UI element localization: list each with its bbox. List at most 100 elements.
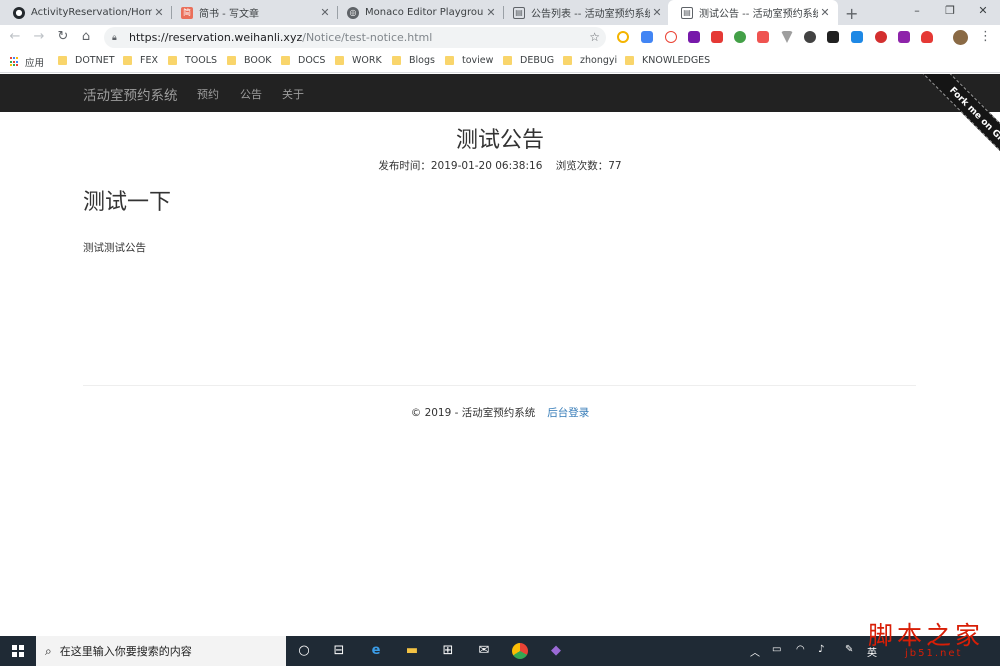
windows-taskbar: ⌕ 在这里输入你要搜索的内容 ○ ⊟ e ▬ ⊞ ✉ ◆ ︿ ▭ ◠ ♪ ✎ 英	[0, 636, 1000, 666]
restore-icon[interactable]: ❐	[933, 0, 967, 25]
folder-icon	[335, 56, 344, 65]
cortana-icon[interactable]: ○	[296, 643, 312, 659]
bookmark-label: zhongyi	[580, 55, 618, 66]
file-explorer-icon[interactable]: ▬	[404, 643, 420, 659]
bookmark-label: BOOK	[244, 55, 272, 66]
bookmark-star-icon[interactable]: ☆	[589, 30, 600, 44]
folder-icon	[168, 56, 177, 65]
tablet-icon[interactable]: ▭	[772, 644, 781, 655]
folder-icon	[281, 56, 290, 65]
browser-tab[interactable]: ● ActivityReservation/HomeCo ✕	[0, 0, 172, 25]
folder-icon	[503, 56, 512, 65]
bookmark-label: DOTNET	[75, 55, 115, 66]
extension-icon[interactable]	[757, 31, 769, 43]
browser-tab[interactable]: 简 简书 - 写文章 ✕	[168, 0, 338, 25]
browser-tab-active[interactable]: ▤ 测试公告 -- 活动室预约系统 ✕	[668, 0, 838, 25]
browser-tab[interactable]: ▤ 公告列表 -- 活动室预约系统 ✕	[500, 0, 670, 25]
bookmark-label: DEBUG	[520, 55, 555, 66]
avatar[interactable]	[953, 30, 968, 45]
bookmark-folder[interactable]: Blogs	[392, 55, 435, 66]
task-view-icon[interactable]: ⊟	[331, 643, 347, 659]
forward-arrow-icon[interactable]: →	[30, 28, 48, 46]
bookmark-folder[interactable]: DEBUG	[503, 55, 554, 66]
close-icon[interactable]: ✕	[318, 6, 332, 19]
admin-login-link[interactable]: 后台登录	[547, 407, 589, 419]
notice-heading: 测试一下	[83, 190, 172, 215]
onenote-extension-icon[interactable]	[688, 31, 700, 43]
view-count: 浏览次数：77	[555, 160, 622, 172]
bookmark-apps[interactable]: 应用	[10, 55, 44, 69]
pen-icon[interactable]: ✎	[845, 644, 853, 655]
watermark-logo: 脚本之家	[868, 621, 985, 650]
folder-icon	[227, 56, 236, 65]
page-icon: ▤	[513, 6, 525, 19]
close-icon[interactable]: ✕	[152, 6, 166, 19]
vue-devtools-icon[interactable]	[781, 31, 793, 43]
folder-icon	[563, 56, 572, 65]
taskbar-search-input[interactable]: ⌕ 在这里输入你要搜索的内容	[36, 636, 286, 666]
nav-link-reserve[interactable]: 预约	[197, 86, 219, 102]
address-bar[interactable]: 🔒︎ https://reservation.weihanli.xyz/Noti…	[104, 27, 606, 48]
close-icon[interactable]: ✕	[650, 6, 664, 19]
chrome-icon[interactable]	[512, 643, 528, 659]
close-icon[interactable]: ✕	[818, 6, 832, 19]
bookmarks-bar: 应用 DOTNET FEX TOOLS BOOK DOCS WORK Blogs…	[0, 50, 1000, 73]
volume-icon[interactable]: ♪	[818, 644, 824, 655]
extension-icon[interactable]	[665, 31, 677, 43]
folder-icon	[392, 56, 401, 65]
windows-start-icon[interactable]	[12, 645, 24, 657]
extension-icon[interactable]	[617, 31, 629, 43]
bookmark-label: TOOLS	[185, 55, 218, 66]
extension-icon[interactable]	[875, 31, 887, 43]
watermark-url: jb51.net	[905, 648, 963, 659]
reload-icon[interactable]: ↻	[54, 28, 72, 46]
tab-label: ActivityReservation/HomeCo	[31, 7, 152, 18]
bookmark-folder[interactable]: DOTNET	[58, 55, 115, 66]
folder-icon	[123, 56, 132, 65]
new-tab-icon[interactable]: +	[845, 4, 858, 23]
bookmark-folder[interactable]: FEX	[123, 55, 158, 66]
browser-tab[interactable]: ◎ Monaco Editor Playground ✕	[334, 0, 504, 25]
folder-icon	[445, 56, 454, 65]
extension-icon[interactable]	[711, 31, 723, 43]
close-icon[interactable]: ✕	[484, 6, 498, 19]
bookmark-label: toview	[462, 55, 494, 66]
bookmark-folder[interactable]: TOOLS	[168, 55, 217, 66]
extension-icon[interactable]	[804, 31, 816, 43]
site-brand[interactable]: 活动室预约系统	[83, 84, 178, 104]
bookmark-folder[interactable]: BOOK	[227, 55, 272, 66]
browser-toolbar: ← → ↻ ⌂ 🔒︎ https://reservation.weihanli.…	[0, 25, 1000, 50]
visual-studio-icon[interactable]: ◆	[548, 643, 564, 659]
extension-icon[interactable]	[827, 31, 839, 43]
store-icon[interactable]: ⊞	[440, 643, 456, 659]
page-icon: ▤	[681, 6, 693, 19]
bookmark-label: KNOWLEDGES	[642, 55, 711, 66]
translate-extension-icon[interactable]	[641, 31, 653, 43]
chevron-up-icon[interactable]: ︿	[750, 644, 760, 659]
mail-icon[interactable]: ✉	[476, 643, 492, 659]
menu-icon[interactable]: ⋮	[979, 29, 992, 44]
edge-icon[interactable]: e	[368, 643, 384, 659]
browser-tab-strip: ● ActivityReservation/HomeCo ✕ 简 简书 - 写文…	[0, 0, 1000, 25]
bookmark-folder[interactable]: KNOWLEDGES	[625, 55, 710, 66]
folder-icon	[58, 56, 67, 65]
github-icon: ●	[13, 6, 25, 19]
bookmark-folder[interactable]: toview	[445, 55, 493, 66]
bookmark-folder[interactable]: zhongyi	[563, 55, 617, 66]
bookmark-folder[interactable]: WORK	[335, 55, 382, 66]
extension-icon[interactable]	[898, 31, 910, 43]
tab-label: 公告列表 -- 活动室预约系统	[531, 9, 650, 20]
minimize-icon[interactable]: –	[900, 0, 934, 25]
bookmark-folder[interactable]: DOCS	[281, 55, 325, 66]
nav-link-notice[interactable]: 公告	[240, 86, 262, 102]
extension-icon[interactable]	[734, 31, 746, 43]
nav-link-about[interactable]: 关于	[282, 86, 304, 102]
globe-icon: ◎	[347, 6, 359, 19]
extension-icon[interactable]	[851, 31, 863, 43]
back-arrow-icon[interactable]: ←	[6, 28, 24, 46]
wifi-icon[interactable]: ◠	[796, 644, 805, 655]
bookmark-label: FEX	[140, 55, 158, 66]
home-icon[interactable]: ⌂	[77, 28, 95, 46]
window-close-icon[interactable]: ✕	[966, 0, 1000, 25]
shield-icon[interactable]	[921, 31, 933, 43]
